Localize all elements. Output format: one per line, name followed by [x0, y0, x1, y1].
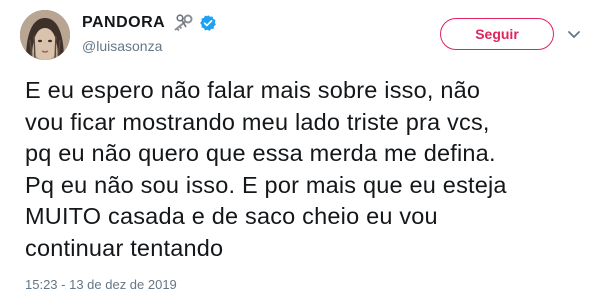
old-key-icon: [171, 14, 193, 32]
tweet-text: E eu espero não falar mais sobre isso, n…: [25, 75, 595, 264]
verified-badge-icon: [199, 14, 217, 32]
tweet-text-line: continuar tentando: [25, 234, 224, 261]
author-handle[interactable]: @luisasonza: [82, 38, 162, 54]
tweet-text-line: Pq eu não sou isso. E por mais que eu es…: [25, 171, 507, 198]
tweet-text-line: MUITO casada e de saco cheio eu vou: [25, 203, 438, 229]
tweet-text-line: pq eu não quero que essa merda me defina…: [25, 140, 496, 166]
author-name-row: PANDORA: [82, 12, 217, 34]
tweet-timestamp[interactable]: 15:23 - 13 de dez de 2019: [25, 277, 177, 292]
tweet-text-line: vou ficar mostrando meu lado triste pra …: [25, 108, 490, 135]
tweet-text-line: E eu espero não falar mais sobre isso, n…: [25, 77, 481, 103]
display-name[interactable]: PANDORA: [82, 14, 165, 32]
follow-button[interactable]: Seguir: [440, 18, 554, 50]
chevron-down-icon[interactable]: [566, 26, 582, 42]
tweet-card: PANDORA @luisasonza Seguir E eu espero n…: [0, 0, 611, 299]
avatar-image: [20, 10, 70, 60]
avatar[interactable]: [20, 10, 70, 60]
